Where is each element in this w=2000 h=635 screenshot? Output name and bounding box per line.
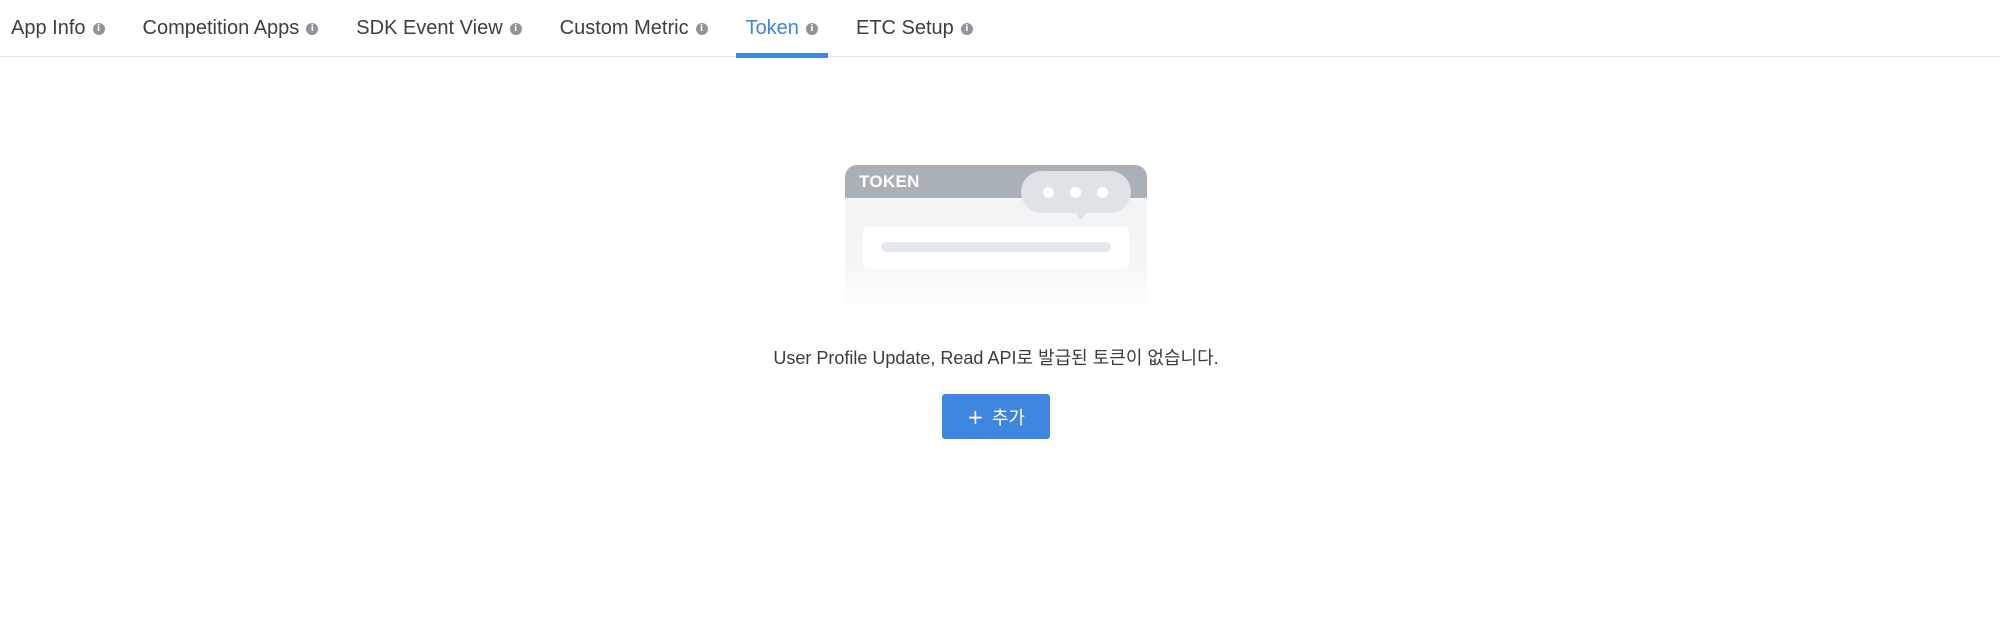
token-field-graphic <box>863 227 1129 269</box>
add-token-button[interactable]: + 추가 <box>942 394 1050 439</box>
info-icon[interactable]: i <box>306 23 319 35</box>
tab-label: App Info <box>11 17 86 39</box>
info-icon[interactable]: i <box>695 23 708 35</box>
tab-label: SDK Event View <box>356 17 503 39</box>
empty-token-illustration: TOKEN <box>845 165 1147 317</box>
tab-label: Token <box>745 17 799 39</box>
tab-token[interactable]: Token i <box>735 0 829 58</box>
add-button-label: 추가 <box>991 407 1025 429</box>
chat-bubble-icon <box>1021 171 1131 213</box>
tab-app-info[interactable]: App Info i <box>11 0 115 57</box>
plus-icon: + <box>967 404 984 429</box>
info-icon[interactable]: i <box>509 23 522 35</box>
bubble-dot <box>1043 187 1054 198</box>
bubble-dot <box>1097 187 1108 198</box>
tab-label: Custom Metric <box>559 17 689 39</box>
tab-etc-setup[interactable]: ETC Setup i <box>846 0 983 57</box>
tab-sdk-event-view[interactable]: SDK Event View i <box>346 0 531 57</box>
tab-custom-metric[interactable]: Custom Metric i <box>550 0 718 57</box>
tab-competition-apps[interactable]: Competition Apps i <box>133 0 329 57</box>
tab-label: ETC Setup <box>855 17 954 39</box>
info-icon[interactable]: i <box>805 23 818 35</box>
token-field-placeholder-line <box>881 242 1111 252</box>
info-icon[interactable]: i <box>92 23 105 35</box>
token-card-title: TOKEN <box>859 172 920 191</box>
tab-bar: App Info i Competition Apps i SDK Event … <box>0 0 2000 58</box>
info-icon[interactable]: i <box>960 23 973 35</box>
chat-bubble-tail <box>1074 211 1088 220</box>
empty-state-message: User Profile Update, Read API로 발급된 토큰이 없… <box>773 348 1219 368</box>
bubble-dot <box>1070 187 1081 198</box>
tab-label: Competition Apps <box>142 17 300 39</box>
